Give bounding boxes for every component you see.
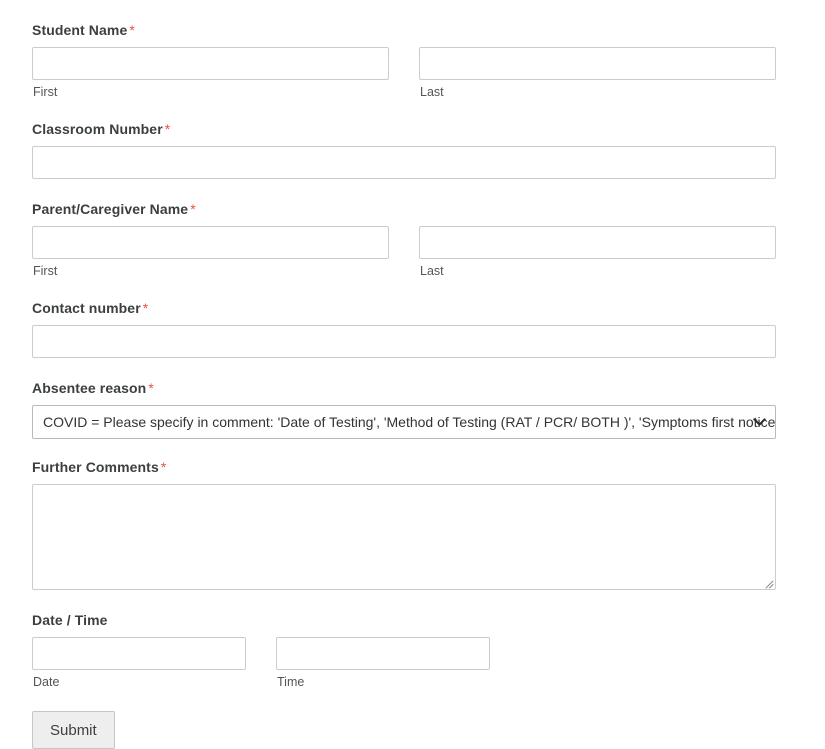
label-classroom-number-text: Classroom Number bbox=[32, 121, 163, 137]
further-comments-wrap bbox=[32, 484, 776, 590]
parent-name-row: First Last bbox=[32, 226, 793, 278]
required-asterisk-student-name: * bbox=[129, 22, 135, 38]
field-student-name: Student Name * First Last bbox=[32, 22, 793, 99]
field-contact-number: Contact number * bbox=[32, 300, 793, 358]
submit-button[interactable]: Submit bbox=[32, 711, 115, 749]
parent-first-sublabel: First bbox=[33, 264, 58, 278]
field-date-time: Date / Time Date Time bbox=[32, 612, 793, 689]
date-input[interactable] bbox=[32, 637, 246, 670]
contact-number-input[interactable] bbox=[32, 325, 776, 358]
student-first-sublabel: First bbox=[33, 85, 58, 99]
field-parent-caregiver-name: Parent/Caregiver Name * First Last bbox=[32, 201, 793, 278]
label-classroom-number: Classroom Number * bbox=[32, 121, 793, 137]
classroom-number-input[interactable] bbox=[32, 146, 776, 179]
label-parent-caregiver-name-text: Parent/Caregiver Name bbox=[32, 201, 189, 217]
absentee-form: Student Name * First Last Classroom Numbe… bbox=[0, 0, 825, 749]
contact-number-group bbox=[32, 325, 776, 358]
student-name-row: First Last bbox=[32, 47, 793, 99]
required-asterisk-contact-number: * bbox=[142, 300, 149, 316]
parent-first-name-input[interactable] bbox=[32, 226, 389, 259]
label-student-name: Student Name * bbox=[32, 22, 793, 38]
required-asterisk-parent-caregiver-name: * bbox=[190, 201, 196, 217]
date-time-row: Date Time bbox=[32, 637, 793, 689]
label-further-comments-text: Further Comments bbox=[32, 459, 159, 475]
further-comments-textarea[interactable] bbox=[32, 484, 776, 590]
field-absentee-reason: Absentee reason * COVID = Please specify … bbox=[32, 380, 793, 439]
time-input[interactable] bbox=[276, 637, 490, 670]
time-group: Time bbox=[276, 637, 490, 689]
required-asterisk-absentee-reason: * bbox=[148, 380, 154, 396]
label-contact-number-text: Contact number bbox=[32, 300, 141, 316]
required-asterisk-classroom-number: * bbox=[164, 121, 171, 137]
parent-first-group: First bbox=[32, 226, 389, 278]
student-last-sublabel: Last bbox=[420, 85, 444, 99]
student-first-name-input[interactable] bbox=[32, 47, 389, 80]
absentee-reason-select[interactable]: COVID = Please specify in comment: 'Date… bbox=[32, 405, 776, 439]
parent-last-group: Last bbox=[419, 226, 776, 278]
time-sublabel: Time bbox=[277, 675, 305, 689]
label-absentee-reason-text: Absentee reason bbox=[32, 380, 147, 396]
label-date-time-text: Date / Time bbox=[32, 612, 108, 628]
label-parent-caregiver-name: Parent/Caregiver Name * bbox=[32, 201, 793, 217]
field-further-comments: Further Comments * bbox=[32, 459, 793, 590]
field-classroom-number: Classroom Number * bbox=[32, 121, 793, 179]
label-contact-number: Contact number * bbox=[32, 300, 793, 316]
parent-last-name-input[interactable] bbox=[419, 226, 776, 259]
parent-last-sublabel: Last bbox=[420, 264, 444, 278]
label-date-time: Date / Time bbox=[32, 612, 793, 628]
label-absentee-reason: Absentee reason * bbox=[32, 380, 793, 396]
absentee-reason-select-wrap[interactable]: COVID = Please specify in comment: 'Date… bbox=[32, 405, 776, 439]
classroom-number-group bbox=[32, 146, 776, 179]
label-further-comments: Further Comments * bbox=[32, 459, 793, 475]
label-student-name-text: Student Name bbox=[32, 22, 128, 38]
required-asterisk-further-comments: * bbox=[160, 459, 167, 475]
date-group: Date bbox=[32, 637, 246, 689]
student-last-group: Last bbox=[419, 47, 776, 99]
student-first-group: First bbox=[32, 47, 389, 99]
date-sublabel: Date bbox=[33, 675, 60, 689]
student-last-name-input[interactable] bbox=[419, 47, 776, 80]
